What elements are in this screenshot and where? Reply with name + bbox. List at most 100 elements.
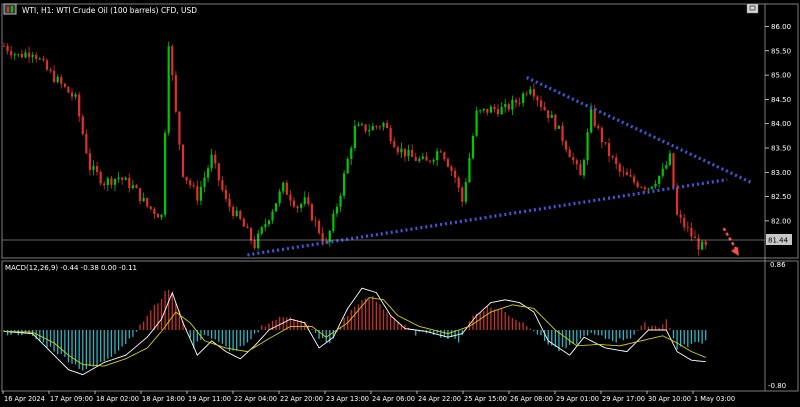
candle-body <box>253 240 256 249</box>
time-tick-label: 16 Apr 2024 <box>4 395 45 403</box>
candlestick-series[interactable] <box>2 41 707 256</box>
candle-body <box>518 102 521 104</box>
candle-body <box>196 186 199 201</box>
candle-body <box>543 107 546 111</box>
candle-body <box>124 177 127 180</box>
candle-body <box>27 52 31 57</box>
candle-body <box>303 197 306 204</box>
candle-body <box>679 214 682 218</box>
candle-body <box>525 93 528 95</box>
price-tick-label: 85.50 <box>771 47 791 55</box>
candle-body <box>511 99 514 110</box>
candle-body <box>160 214 163 218</box>
candle-body <box>307 197 310 204</box>
candle-body <box>407 149 410 157</box>
candle-body <box>353 125 356 149</box>
time-tick-label: 18 Apr 02:00 <box>96 395 139 403</box>
candle-body <box>289 194 292 201</box>
time-tick-label: 22 Apr 04:00 <box>234 395 277 403</box>
candle-body <box>665 164 668 169</box>
candle-body <box>615 157 618 165</box>
candle-body <box>31 54 34 57</box>
candle-body <box>60 77 63 84</box>
candle-body <box>568 149 571 158</box>
candle-body <box>561 125 564 142</box>
candle-body <box>228 198 231 207</box>
candle-body <box>249 228 253 241</box>
candle-body <box>24 52 27 58</box>
candle-body <box>393 141 396 148</box>
candle-body <box>668 153 672 165</box>
candle-body <box>557 125 561 129</box>
candle-body <box>593 108 596 126</box>
candle-body <box>507 104 510 110</box>
candle-body <box>604 142 607 144</box>
trendline <box>247 178 728 257</box>
candle-body <box>658 175 661 184</box>
candle-body <box>564 141 568 150</box>
candle-body <box>332 213 335 231</box>
candle-body <box>693 236 697 239</box>
candle-body <box>156 214 160 218</box>
candle-body <box>550 114 553 118</box>
candlestick-chart-icon[interactable] <box>3 3 17 15</box>
candle-body <box>267 220 271 225</box>
candle-body <box>611 156 614 158</box>
candle-body <box>164 132 167 215</box>
candle-body <box>260 227 263 234</box>
candle-body <box>672 153 675 188</box>
candle-body <box>264 224 267 228</box>
candle-body <box>382 122 385 127</box>
time-tick-label: 1 May 03:00 <box>694 395 735 403</box>
candle-body <box>479 110 482 112</box>
chart-title: WTI, H1: WTI Crude Oil (100 barrels) CFD… <box>22 6 197 15</box>
chart-svg: WTI, H1: WTI Crude Oil (100 barrels) CFD… <box>1 3 799 403</box>
candle-body <box>106 178 109 186</box>
candle-body <box>482 108 485 111</box>
restore-window-icon[interactable] <box>746 3 759 14</box>
candle-body <box>539 100 543 108</box>
time-tick-label: 17 Apr 09:00 <box>50 395 93 403</box>
candle-body <box>368 130 371 132</box>
candle-body <box>35 54 38 59</box>
candle-body <box>274 203 278 212</box>
candle-body <box>661 168 664 176</box>
candle-body <box>607 143 611 157</box>
macd-pane-frame <box>1 260 799 392</box>
candle-body <box>178 111 181 145</box>
candle-body <box>328 230 331 243</box>
candle-body <box>56 77 59 83</box>
candle-body <box>629 175 632 177</box>
candle-body <box>38 58 41 60</box>
chart-header: WTI, H1: WTI Crude Oil (100 barrels) CFD… <box>3 3 759 15</box>
candle-body <box>42 58 45 61</box>
candle-body <box>257 233 260 249</box>
candle-body <box>514 99 518 103</box>
candle-body <box>271 211 274 221</box>
candle-body <box>70 92 74 97</box>
time-tick-label: 29 Apr 17:00 <box>602 395 645 403</box>
candle-body <box>74 94 77 97</box>
candle-body <box>414 156 417 161</box>
candle-body <box>6 46 9 52</box>
candle-body <box>242 219 245 227</box>
candle-body <box>343 173 346 196</box>
candle-body <box>2 45 6 47</box>
candle-body <box>88 153 92 170</box>
candle-body <box>246 226 249 229</box>
candle-body <box>633 176 636 183</box>
candle-body <box>403 148 407 157</box>
candle-body <box>142 197 145 202</box>
candle-body <box>232 206 235 216</box>
candle-body <box>640 186 643 188</box>
candle-body <box>432 160 435 162</box>
candle-body <box>371 126 374 131</box>
candle-body <box>636 182 639 187</box>
projection-arrow <box>722 227 739 256</box>
trendline-group[interactable] <box>247 76 753 257</box>
candle-body <box>92 166 95 170</box>
candle-body <box>450 166 453 171</box>
candle-body <box>675 187 679 215</box>
candle-body <box>701 241 704 250</box>
candle-body <box>457 177 460 188</box>
